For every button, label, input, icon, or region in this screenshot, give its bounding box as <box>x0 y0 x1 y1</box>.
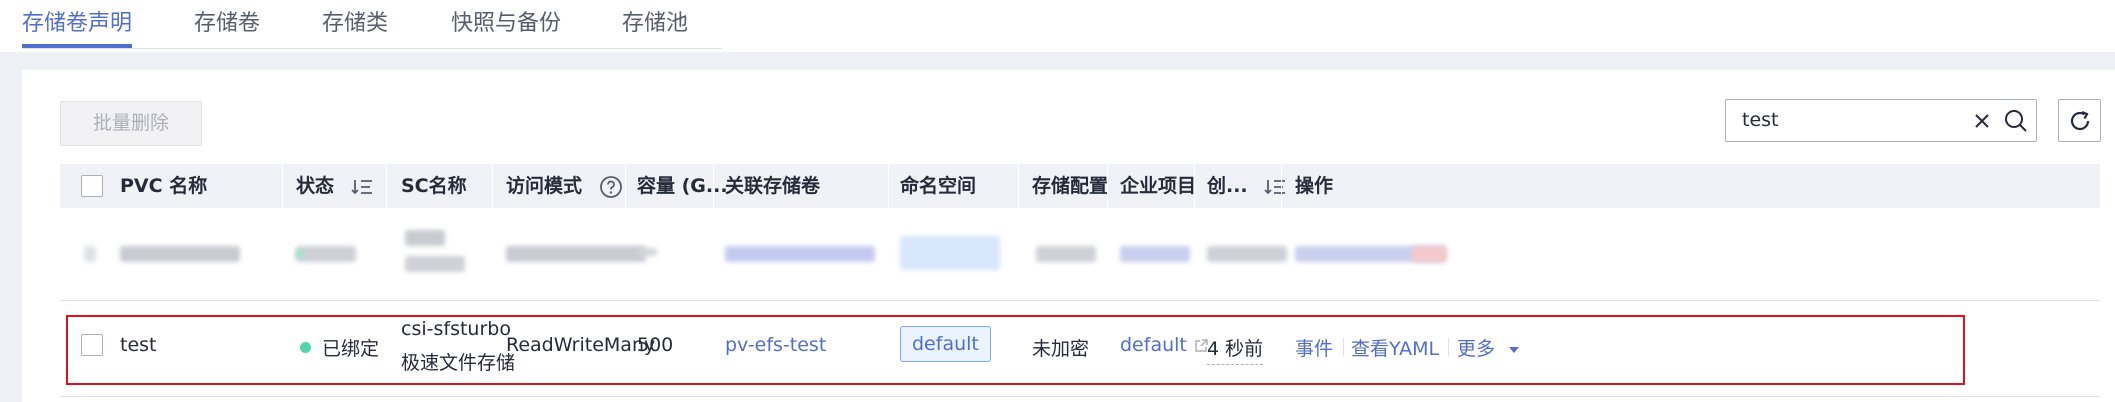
batch-delete-button[interactable]: 批量删除 <box>60 101 202 146</box>
header-encryption: 存储配置 <box>1032 175 1109 197</box>
refresh-icon <box>2070 110 2090 131</box>
tab-storage-pool[interactable]: 存储池 <box>622 5 688 37</box>
select-all-checkbox[interactable] <box>81 175 103 197</box>
tab-snapshot-backup[interactable]: 快照与备份 <box>451 5 561 37</box>
header-sc-name: SC名称 <box>401 175 467 197</box>
tab-bar: 存储卷声明 存储卷 存储类 快照与备份 存储池 <box>0 0 2115 52</box>
header-status[interactable]: 状态 <box>296 164 373 208</box>
header-volume: 关联存储卷 <box>725 175 821 197</box>
search-input[interactable]: test <box>1742 109 1779 131</box>
header-enterprise-project: 企业项目 <box>1120 175 1197 197</box>
row-divider <box>60 300 2100 301</box>
close-icon[interactable] <box>1972 111 1992 131</box>
search-icon[interactable] <box>2004 109 2028 133</box>
header-access-mode: 访问模式 <box>506 164 623 208</box>
refresh-button[interactable] <box>2058 99 2101 142</box>
tab-pv[interactable]: 存储卷 <box>194 5 260 37</box>
tab-pvc[interactable]: 存储卷声明 <box>22 5 132 37</box>
table-row-redacted <box>60 210 2100 300</box>
header-operations: 操作 <box>1295 175 1334 197</box>
search-box[interactable]: test <box>1725 99 2037 142</box>
header-created-label: 创... <box>1207 175 1248 197</box>
header-created[interactable]: 创... <box>1207 164 1286 208</box>
table-header: PVC 名称 状态 SC名称 访问模式 容量 (G... 关联存储卷 命名空间 <box>60 164 2100 208</box>
help-icon[interactable] <box>599 175 623 199</box>
header-namespace: 命名空间 <box>900 175 977 197</box>
highlight-box <box>66 315 1965 385</box>
sort-icon[interactable] <box>351 178 373 196</box>
tab-divider <box>22 48 722 49</box>
row-divider <box>60 396 2100 397</box>
tab-storage-class[interactable]: 存储类 <box>322 5 388 37</box>
header-status-label: 状态 <box>296 175 335 197</box>
header-pvc-name: PVC 名称 <box>120 175 208 197</box>
sort-icon[interactable] <box>1264 178 1286 196</box>
header-access-mode-label: 访问模式 <box>506 175 583 197</box>
